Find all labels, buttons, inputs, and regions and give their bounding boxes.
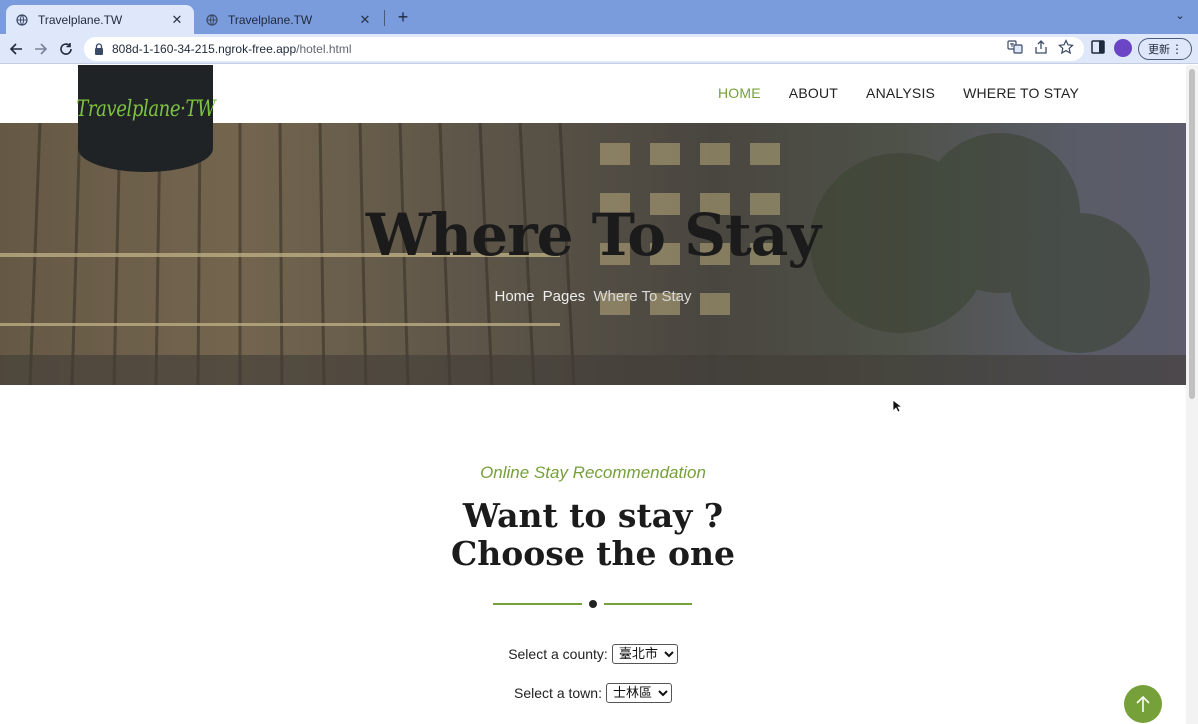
main-nav: HOME ABOUT ANALYSIS WHERE TO STAY — [718, 85, 1079, 101]
globe-icon — [206, 13, 218, 26]
nav-home[interactable]: HOME — [718, 85, 761, 101]
new-tab-icon[interactable]: + — [394, 8, 412, 26]
url-host: 808d-1-160-34-215.ngrok-free.app — [112, 42, 297, 56]
breadcrumb-pages[interactable]: Pages — [543, 288, 586, 305]
update-label: 更新 — [1148, 44, 1170, 56]
logo-text: Travelplane·TW — [76, 97, 215, 122]
town-row: Select a town: 士林區 — [0, 683, 1186, 703]
site-logo[interactable]: Travelplane·TW — [76, 65, 215, 172]
profile-avatar[interactable] — [1114, 39, 1132, 57]
hero-title: Where To Stay — [365, 201, 821, 269]
scrollbar-thumb[interactable] — [1189, 69, 1195, 399]
browser-tab[interactable]: Travelplane.TW ✕ — [196, 5, 382, 34]
county-row: Select a county: 臺北市 — [0, 644, 1186, 664]
back-icon[interactable] — [6, 39, 26, 59]
town-label: Select a town: — [514, 685, 602, 701]
url-path: /hotel.html — [296, 42, 352, 56]
back-to-top-button[interactable] — [1124, 685, 1162, 723]
section-heading: Want to stay ? Choose the one — [0, 497, 1186, 573]
breadcrumb-current: Where To Stay — [593, 288, 692, 305]
sidebar-icon[interactable] — [1090, 39, 1106, 55]
page-scrollbar[interactable] — [1186, 65, 1198, 724]
section-subtitle: Online Stay Recommendation — [480, 463, 706, 482]
divider-right — [604, 603, 692, 605]
county-label: Select a county: — [508, 646, 608, 662]
heading-line-1: Want to stay ? — [462, 496, 724, 535]
share-icon[interactable] — [1033, 39, 1049, 55]
breadcrumb-home[interactable]: Home — [494, 288, 534, 305]
close-tab-icon[interactable]: ✕ — [170, 12, 184, 28]
nav-analysis[interactable]: ANALYSIS — [866, 85, 935, 101]
heading-line-2: Choose the one — [450, 534, 736, 573]
reload-icon[interactable] — [56, 39, 76, 59]
forward-icon[interactable] — [31, 39, 51, 59]
town-select[interactable]: 士林區 — [605, 683, 672, 703]
divider-left — [493, 603, 582, 605]
browser-tab-strip: Travelplane.TW ✕ Travelplane.TW ✕ + ⌄ — [0, 0, 1198, 34]
nav-about[interactable]: ABOUT — [789, 85, 838, 101]
arrow-up-icon — [1136, 695, 1150, 712]
mouse-cursor-icon — [892, 399, 902, 413]
browser-toolbar: 808d-1-160-34-215.ngrok-free.app/hotel.h… — [0, 34, 1198, 64]
translate-icon[interactable] — [1007, 39, 1023, 55]
star-icon[interactable] — [1058, 39, 1074, 55]
close-tab-icon[interactable]: ✕ — [358, 12, 372, 28]
breadcrumb: Home Pages Where To Stay — [0, 288, 1186, 305]
tab-title: Travelplane.TW — [228, 12, 313, 27]
lock-icon[interactable] — [94, 43, 104, 55]
address-bar[interactable]: 808d-1-160-34-215.ngrok-free.app/hotel.h… — [84, 37, 1084, 61]
web-page: Where To Stay Home Pages Where To Stay H… — [0, 65, 1186, 724]
tab-title: Travelplane.TW — [38, 12, 123, 27]
tab-search-chevron-icon[interactable]: ⌄ — [1172, 9, 1188, 25]
county-select[interactable]: 臺北市 — [611, 644, 678, 664]
browser-tab-active[interactable]: Travelplane.TW ✕ — [6, 5, 194, 34]
tab-separator — [384, 10, 385, 26]
divider-dot — [589, 600, 597, 608]
nav-where-to-stay[interactable]: WHERE TO STAY — [963, 85, 1079, 101]
update-button[interactable]: 更新 ⋮ — [1138, 38, 1192, 60]
kebab-menu-icon[interactable]: ⋮ — [1171, 43, 1183, 55]
globe-icon — [16, 13, 28, 26]
